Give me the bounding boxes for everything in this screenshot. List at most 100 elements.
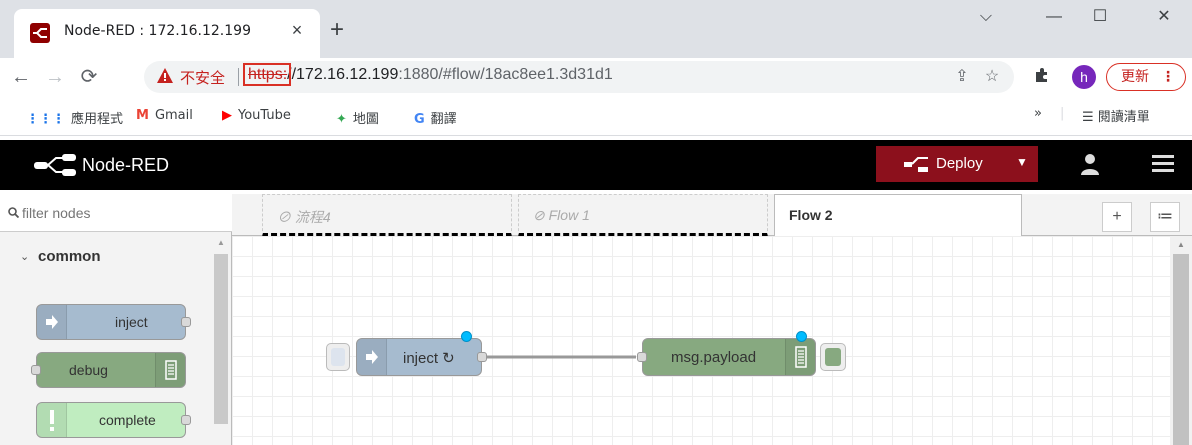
browser-toolbar: ← → ⟳ 不安全 https://172.16.12.199:1880/#fl…: [0, 58, 1192, 96]
hamburger-menu-icon[interactable]: [1152, 154, 1174, 174]
palette-node-label: inject: [115, 314, 148, 330]
palette-scrollbar[interactable]: ▲: [212, 234, 230, 445]
forward-arrow-icon[interactable]: →: [42, 64, 68, 90]
inject-trigger-button[interactable]: [326, 343, 350, 371]
youtube-icon: ▶: [222, 108, 232, 123]
scroll-up-arrow-icon[interactable]: ▲: [217, 238, 225, 247]
translate-icon: G: [414, 112, 425, 127]
close-window-button[interactable]: ✕: [1144, 4, 1184, 30]
caret-down-icon[interactable]: ▼: [1016, 155, 1028, 169]
reading-list-button[interactable]: ☰ 閱讀清單: [1082, 106, 1150, 125]
more-menu-icon: ⋮: [1161, 69, 1175, 85]
flow-node-label: msg.payload: [671, 349, 757, 366]
canvas-scroll-thumb[interactable]: [1173, 254, 1189, 445]
palette-node-inject[interactable]: inject: [36, 304, 191, 340]
bookmark-star-icon[interactable]: ☆: [982, 67, 1002, 87]
nodered-header: Node-RED Deploy ▼: [0, 140, 1192, 190]
tab-label: ⊘ Flow 1: [533, 207, 590, 223]
input-port[interactable]: [31, 365, 41, 375]
node-red-favicon-icon: [30, 23, 50, 43]
trigger-button-face: [331, 348, 345, 366]
extensions-puzzle-icon[interactable]: [1034, 67, 1050, 88]
tab-close-icon[interactable]: ×: [286, 19, 308, 41]
flow-node-inject[interactable]: inject ↻: [356, 338, 487, 376]
toggle-button-face: [825, 348, 841, 366]
deploy-icon: [904, 157, 928, 172]
share-icon[interactable]: ⇪: [952, 67, 972, 87]
node-palette: ⌄ common ▲ inject debug complete: [0, 194, 232, 445]
changed-indicator: [461, 331, 472, 342]
maximize-button[interactable]: ☐: [1080, 4, 1120, 30]
debug-list-icon: [155, 353, 185, 387]
url-path: :1880/#flow/18ac8ee1.3d31d1: [398, 66, 613, 83]
minimize-button[interactable]: —: [1034, 4, 1074, 30]
flow-node-label: inject ↻: [403, 350, 455, 367]
debug-list-icon: [785, 339, 815, 375]
flow-canvas[interactable]: inject ↻ msg.payload: [232, 236, 1170, 445]
palette-node-complete[interactable]: complete: [36, 402, 191, 438]
warning-icon: [157, 68, 173, 83]
browser-tab[interactable]: Node-RED : 172.16.12.199 ×: [14, 9, 320, 58]
deploy-label: Deploy: [936, 155, 983, 172]
palette-node-label: complete: [99, 412, 156, 428]
list-flows-icon[interactable]: ≔: [1150, 202, 1180, 232]
tab-flow-1[interactable]: ⊘ Flow 1: [518, 194, 768, 236]
palette-node-label: debug: [69, 362, 108, 378]
scroll-up-arrow-icon[interactable]: ▲: [1177, 240, 1185, 249]
new-tab-button[interactable]: +: [330, 18, 344, 42]
changed-indicator: [796, 331, 807, 342]
canvas-scrollbar[interactable]: ▲: [1170, 236, 1192, 445]
user-icon[interactable]: [1080, 153, 1100, 175]
inject-arrow-icon: [37, 305, 67, 339]
bookmark-gmail[interactable]: M Gmail: [136, 108, 193, 123]
output-port[interactable]: [181, 415, 191, 425]
tab-search-icon[interactable]: ⌵: [966, 4, 1006, 30]
back-arrow-icon[interactable]: ←: [8, 64, 34, 90]
palette-node-debug[interactable]: debug: [31, 352, 186, 388]
highlight-box: [243, 63, 292, 86]
gmail-icon: M: [136, 108, 149, 123]
tab-flow-4[interactable]: ⊘ 流程4: [262, 194, 512, 236]
add-flow-button[interactable]: +: [1102, 202, 1132, 232]
update-label: 更新: [1121, 69, 1149, 85]
update-button[interactable]: 更新 ⋮: [1106, 63, 1186, 91]
bookmarks-bar: ⋮⋮⋮ 應用程式 M Gmail ▶ YouTube ✦ 地圖 G 翻譯 » | ☰ 閱讀…: [0, 96, 1192, 136]
flow-node-debug[interactable]: msg.payload: [637, 338, 816, 376]
output-port[interactable]: [477, 352, 487, 362]
bookmarks-divider: |: [1060, 106, 1065, 121]
tab-label: ⊘ 流程4: [277, 209, 331, 225]
tab-flow-2[interactable]: Flow 2: [774, 194, 1022, 237]
deploy-button[interactable]: Deploy ▼: [876, 146, 1038, 182]
palette-filter: [0, 194, 232, 232]
omnibox-divider: [238, 68, 239, 86]
debug-toggle-button[interactable]: [820, 343, 846, 371]
profile-avatar[interactable]: h: [1072, 65, 1096, 89]
url-protocol: https:: [243, 63, 292, 86]
chevron-down-icon: ⌄: [20, 251, 30, 263]
exclamation-icon: [37, 403, 67, 437]
bookmark-youtube[interactable]: ▶ YouTube: [222, 108, 291, 123]
filter-nodes-input[interactable]: [22, 205, 212, 221]
reading-list-icon: ☰: [1082, 110, 1098, 125]
output-port[interactable]: [181, 317, 191, 327]
bookmark-translate[interactable]: G 翻譯: [414, 108, 457, 127]
url-text[interactable]: https://172.16.12.199:1880/#flow/18ac8ee…: [243, 63, 613, 86]
not-secure-label[interactable]: 不安全: [180, 67, 225, 88]
bookmarks-overflow-icon[interactable]: »: [1034, 106, 1042, 121]
bookmark-apps[interactable]: ⋮⋮⋮ 應用程式: [26, 108, 123, 127]
input-port[interactable]: [637, 352, 647, 362]
palette-scroll-thumb[interactable]: [214, 254, 228, 424]
reload-icon[interactable]: ⟳: [76, 64, 102, 90]
inject-arrow-icon: [357, 339, 387, 375]
bookmark-maps[interactable]: ✦ 地圖: [336, 108, 379, 127]
apps-grid-icon: ⋮⋮⋮: [26, 112, 65, 127]
url-host: //172.16.12.199: [287, 66, 399, 83]
maps-icon: ✦: [336, 112, 347, 127]
browser-tab-strip: Node-RED : 172.16.12.199 × + ⌵ — ☐ ✕: [0, 0, 1192, 58]
node-red-logo-icon: [34, 154, 76, 176]
category-label: common: [38, 248, 101, 265]
palette-category-common[interactable]: ⌄ common: [0, 234, 212, 280]
tab-label: Flow 2: [789, 207, 833, 223]
app-title: Node-RED: [82, 155, 170, 175]
address-bar[interactable]: 不安全 https://172.16.12.199:1880/#flow/18a…: [144, 61, 1014, 93]
